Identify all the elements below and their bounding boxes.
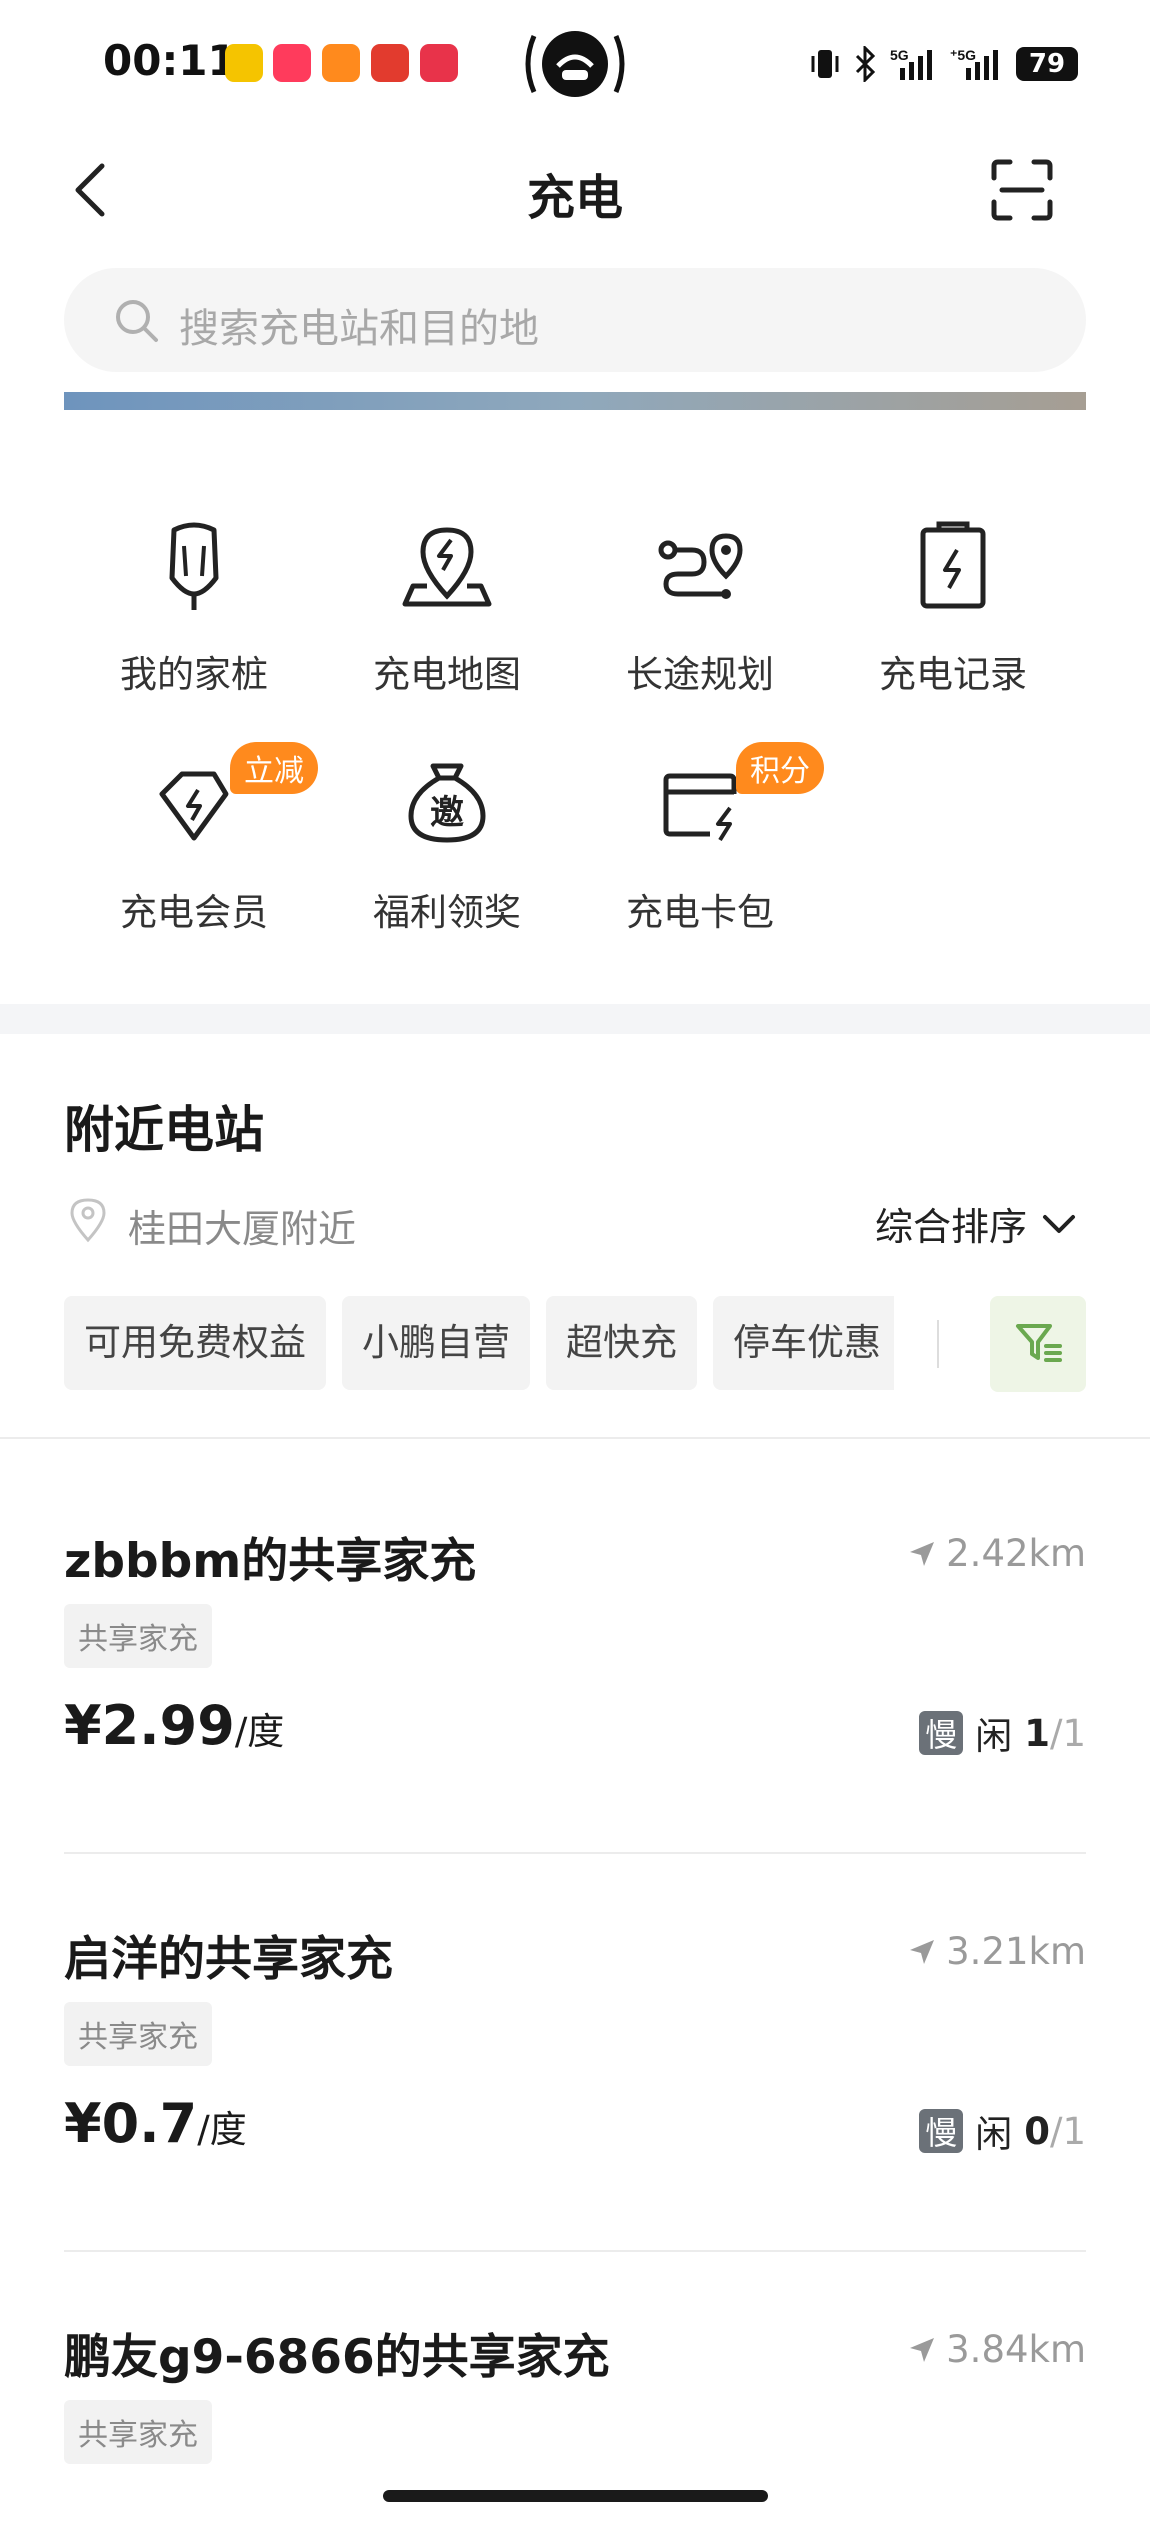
invite-bag-icon: 邀 <box>408 763 486 843</box>
chip-super-fast[interactable]: 超快充 <box>546 1296 697 1390</box>
card-divider <box>64 2250 1086 2252</box>
navigate-arrow-icon <box>910 1939 935 1964</box>
sort-dropdown[interactable]: 综合排序 <box>875 1196 1077 1251</box>
chip-parking-discount[interactable]: 停车优惠 <box>713 1296 894 1390</box>
signal-5g-icon: 5G <box>890 47 932 80</box>
chip-divider <box>937 1320 939 1368</box>
svg-text:邀: 邀 <box>430 793 464 833</box>
station-card[interactable]: 启洋的共享家充 3.21km 共享家充 ¥0.7/度 慢 闲 0/1 <box>64 1920 1086 2318</box>
chip-free-benefit[interactable]: 可用免费权益 <box>64 1296 326 1390</box>
charging-record-icon <box>920 521 986 609</box>
station-card[interactable]: 鹏友g9-6866的共享家充 3.84km 共享家充 <box>64 2318 1086 2498</box>
page-title: 充电 <box>526 170 623 226</box>
station-name: 鹏友g9-6866的共享家充 <box>64 2330 610 2385</box>
filter-chips: 可用免费权益 小鹏自营 超快充 停车优惠 <box>64 1296 894 1390</box>
chevron-down-icon <box>1043 1214 1076 1233</box>
price-unit: /度 <box>197 2108 247 2151</box>
total-count: /1 <box>1049 1711 1086 1755</box>
dynamic-island-icon <box>525 31 625 97</box>
idle-label: 闲 <box>975 2113 1013 2156</box>
location-pin-icon <box>70 1198 106 1243</box>
quick-action-label: 充电地图 <box>373 653 521 696</box>
station-name: zbbbm的共享家充 <box>64 1534 477 1589</box>
price-value: ¥0.7 <box>64 2092 198 2155</box>
app-notification-icon-2 <box>420 44 458 82</box>
list-divider <box>0 1437 1150 1439</box>
total-count: /1 <box>1049 2109 1086 2153</box>
quick-action-member[interactable]: 立减 充电会员 <box>67 742 321 974</box>
station-name: 启洋的共享家充 <box>64 1932 393 1987</box>
idle-count: 1 <box>1024 1711 1050 1755</box>
quick-action-label: 充电记录 <box>879 653 1027 696</box>
section-divider <box>0 1004 1150 1034</box>
distance-text: 2.42km <box>946 1532 1086 1575</box>
filter-button[interactable] <box>990 1296 1086 1392</box>
station-tag: 共享家充 <box>64 2002 212 2066</box>
idle-label: 闲 <box>975 1715 1013 1758</box>
status-bar: 00:11 5G ⁺5G 79 <box>0 0 1150 130</box>
station-tag: 共享家充 <box>64 2400 212 2464</box>
station-price: ¥2.99/度 <box>64 1694 284 1757</box>
station-distance: 3.21km <box>908 1930 1086 1973</box>
slow-charge-badge: 慢 <box>919 2109 964 2153</box>
idle-count: 0 <box>1024 2109 1050 2153</box>
signal-5g-icon-2: ⁺5G <box>950 47 998 80</box>
vibrate-icon <box>811 50 839 78</box>
search-bar[interactable]: 搜索充电站和目的地 <box>64 268 1086 372</box>
card-divider <box>64 1852 1086 1854</box>
charger-availability: 慢 闲 1/1 <box>919 1706 1086 1760</box>
points-badge: 积分 <box>736 742 824 794</box>
distance-text: 3.84km <box>946 2328 1086 2371</box>
system-icons: 5G ⁺5G 79 <box>810 44 1078 84</box>
promo-banner[interactable] <box>64 392 1086 410</box>
station-tag: 共享家充 <box>64 1604 212 1668</box>
filter-icon <box>1016 1324 1062 1362</box>
search-placeholder: 搜索充电站和目的地 <box>179 306 539 352</box>
taobao-app-icon <box>322 44 360 82</box>
search-icon <box>116 300 158 342</box>
navigate-arrow-icon <box>910 2337 935 2362</box>
station-distance: 3.84km <box>908 2328 1086 2371</box>
home-charger-icon <box>169 522 219 610</box>
quick-action-charging-record[interactable]: 充电记录 <box>826 516 1080 736</box>
quick-action-home-charger[interactable]: 我的家桩 <box>67 516 321 736</box>
bluetooth-icon <box>855 46 876 82</box>
navigate-arrow-icon <box>910 1541 935 1566</box>
svg-text:⁺5G: ⁺5G <box>950 47 976 63</box>
price-unit: /度 <box>234 1710 285 1753</box>
quick-action-label: 我的家桩 <box>120 653 268 696</box>
weibo-app-icon <box>225 44 263 82</box>
member-icon <box>159 771 229 841</box>
quick-action-label: 充电卡包 <box>626 891 774 934</box>
home-indicator[interactable] <box>383 2490 768 2502</box>
xiaohongshu-app-icon <box>273 44 311 82</box>
distance-text: 3.21km <box>946 1930 1086 1973</box>
scan-icon[interactable] <box>990 158 1054 222</box>
quick-action-rewards[interactable]: 邀 福利领奖 <box>320 754 574 974</box>
charger-availability: 慢 闲 0/1 <box>919 2104 1086 2158</box>
discount-badge: 立减 <box>230 742 318 794</box>
quick-action-route-plan[interactable]: 长途规划 <box>573 516 827 736</box>
station-card[interactable]: zbbbm的共享家充 2.42km 共享家充 ¥2.99/度 慢 闲 1/1 <box>64 1522 1086 1920</box>
battery-indicator: 79 <box>1016 47 1078 81</box>
card-wallet-icon <box>663 773 737 842</box>
quick-action-label: 福利领奖 <box>373 891 521 934</box>
quick-action-charging-map[interactable]: 充电地图 <box>320 516 574 736</box>
sort-label: 综合排序 <box>875 1205 1028 1249</box>
app-notification-icon <box>371 44 409 82</box>
quick-action-label: 充电会员 <box>120 891 268 934</box>
slow-charge-badge: 慢 <box>919 1711 964 1755</box>
location-text[interactable]: 桂田大厦附近 <box>128 1198 356 1253</box>
status-time: 00:11 <box>103 36 237 85</box>
svg-text:5G: 5G <box>890 47 909 63</box>
quick-action-card-wallet[interactable]: 积分 充电卡包 <box>573 742 827 974</box>
station-price: ¥0.7/度 <box>64 2092 247 2155</box>
quick-action-label: 长途规划 <box>626 653 774 696</box>
chip-xpeng-self-operated[interactable]: 小鹏自营 <box>342 1296 530 1390</box>
charging-map-icon <box>402 527 492 607</box>
nearby-section-title: 附近电站 <box>64 1101 264 1159</box>
route-plan-icon <box>658 533 743 599</box>
station-distance: 2.42km <box>908 1532 1086 1575</box>
price-value: ¥2.99 <box>64 1694 235 1757</box>
